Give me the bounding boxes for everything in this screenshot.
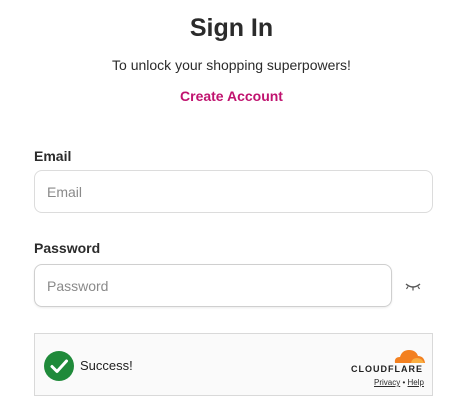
email-label: Email	[34, 148, 72, 164]
captcha-status: Success!	[80, 358, 133, 373]
cloudflare-brand: CLOUDFLARE	[351, 364, 423, 374]
cloudflare-links: Privacy • Help	[374, 378, 424, 387]
email-field[interactable]	[34, 170, 433, 213]
cloudflare-logo-icon	[391, 346, 427, 364]
page-title: Sign In	[189, 14, 274, 42]
privacy-link[interactable]: Privacy	[374, 378, 400, 387]
links-separator: •	[402, 378, 406, 387]
cloudflare-widget: Success! CLOUDFLARE Privacy • Help	[34, 333, 433, 396]
password-field[interactable]	[34, 264, 392, 307]
password-label: Password	[34, 240, 101, 256]
check-circle-icon	[44, 351, 74, 381]
help-link[interactable]: Help	[408, 378, 424, 387]
page-subtitle: To unlock your shopping superpowers!	[112, 57, 351, 73]
eye-closed-icon[interactable]	[400, 275, 426, 295]
create-account-link[interactable]: Create Account	[0, 88, 463, 104]
